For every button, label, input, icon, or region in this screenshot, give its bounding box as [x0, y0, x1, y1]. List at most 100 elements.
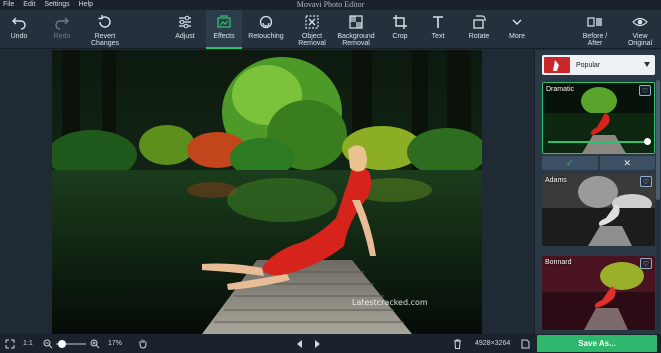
slider-handle[interactable]	[644, 138, 651, 145]
effect-card-dramatic[interactable]: Dramatic ♡	[542, 82, 655, 154]
status-bar: 1:1 17% 4928×3264 Save As...	[0, 334, 661, 353]
image-dimensions: 4928×3264	[475, 340, 511, 347]
tab-text[interactable]: Text	[425, 10, 451, 49]
next-image-button[interactable]	[313, 334, 321, 353]
document-info-icon	[521, 339, 530, 348]
redo-button[interactable]: Redo	[48, 10, 76, 49]
before-after-icon	[587, 17, 602, 27]
effect-card-adams[interactable]: Adams ♡	[542, 174, 655, 246]
object-removal-label-2: Removal	[298, 40, 326, 47]
before-after-label-1: Before /	[582, 33, 608, 40]
text-label: Text	[431, 33, 445, 40]
cancel-effect-button[interactable]: ✕	[599, 156, 655, 170]
effects-label: Effects	[213, 33, 235, 40]
tab-background-removal[interactable]: Background Removal	[334, 10, 378, 49]
zoom-slider[interactable]	[56, 334, 86, 353]
fullscreen-button[interactable]	[5, 334, 15, 353]
category-thumbnail	[544, 57, 570, 73]
favorite-heart-icon[interactable]: ♡	[640, 176, 652, 187]
text-icon	[433, 16, 443, 28]
zoom-in-button[interactable]	[90, 334, 100, 353]
zoom-in-icon	[90, 339, 100, 348]
effects-panel: Popular Dramatic ♡ ✓ ✕ Adams ♡ Bonnard ♡	[534, 50, 661, 334]
workspace: Latestcracked.com	[0, 50, 534, 334]
actual-size-button[interactable]: 1:1	[23, 334, 33, 353]
redo-label: Redo	[53, 33, 71, 40]
effects-category-dropdown[interactable]: Popular	[542, 55, 655, 75]
photo-canvas[interactable]: Latestcracked.com	[52, 50, 482, 334]
tab-object-removal[interactable]: Object Removal	[294, 10, 330, 49]
before-after-button[interactable]: Before / After	[578, 10, 612, 49]
sliders-icon	[179, 15, 191, 29]
menu-edit[interactable]: Edit	[23, 0, 35, 10]
adjust-label: Adjust	[175, 33, 195, 40]
caret-down-icon	[644, 62, 650, 67]
effects-scrollbar[interactable]	[656, 80, 660, 330]
tab-rotate[interactable]: Rotate	[464, 10, 494, 49]
previous-icon	[297, 339, 302, 348]
hand-tool-button[interactable]	[138, 334, 148, 353]
effect-thumbnail-adams	[542, 174, 655, 246]
effect-name-dramatic: Dramatic	[546, 86, 575, 93]
eye-icon	[632, 17, 648, 27]
effect-thumbnail-bonnard	[542, 256, 655, 330]
view-original-label-1: View	[632, 33, 648, 40]
object-removal-label-1: Object	[301, 33, 323, 40]
delete-image-button[interactable]	[453, 334, 462, 353]
revert-label-2: Changes	[90, 40, 120, 47]
background-removal-label-2: Removal	[342, 40, 370, 47]
next-icon	[315, 339, 320, 348]
more-button[interactable]: More	[503, 10, 531, 49]
more-label: More	[509, 33, 525, 40]
redo-icon	[55, 17, 69, 30]
menu-settings[interactable]: Settings	[44, 0, 69, 10]
revert-icon	[98, 15, 111, 28]
watermark-text: Latestcracked.com	[352, 298, 428, 307]
previous-image-button[interactable]	[296, 334, 304, 353]
background-removal-icon	[349, 15, 363, 29]
effect-card-bonnard[interactable]: Bonnard ♡	[542, 256, 655, 330]
crop-icon	[393, 15, 407, 29]
tab-retouching[interactable]: Retouching	[244, 10, 288, 49]
undo-button[interactable]: Undo	[4, 10, 34, 49]
trash-icon	[454, 339, 461, 349]
revert-changes-button[interactable]: Revert Changes	[86, 10, 124, 49]
rotate-icon	[473, 15, 486, 29]
background-removal-label-1: Background	[337, 33, 375, 40]
scrollbar-thumb[interactable]	[656, 80, 660, 200]
favorite-heart-icon[interactable]: ♡	[640, 258, 652, 269]
effect-name-adams: Adams	[545, 177, 567, 184]
tab-crop[interactable]: Crop	[386, 10, 414, 49]
toolbar: Undo Redo Revert Changes Adjust Effects …	[0, 10, 661, 49]
app-title: Movavi Photo Editor	[296, 0, 365, 9]
zoom-level: 17%	[108, 340, 123, 347]
view-original-label-2: Original	[627, 40, 653, 47]
apply-effect-button[interactable]: ✓	[542, 156, 598, 170]
rotate-label: Rotate	[468, 33, 490, 40]
menu-file[interactable]: File	[3, 0, 14, 10]
effects-category-label: Popular	[576, 61, 601, 69]
effect-confirm-row: ✓ ✕	[542, 156, 655, 170]
favorite-heart-icon[interactable]: ♡	[639, 85, 651, 96]
fullscreen-icon	[5, 339, 15, 348]
image-info-button[interactable]	[521, 334, 530, 353]
revert-label-1: Revert	[94, 33, 116, 40]
hand-icon	[139, 339, 147, 349]
tab-adjust[interactable]: Adjust	[168, 10, 202, 49]
menu-help[interactable]: Help	[79, 0, 93, 10]
before-after-label-2: After	[587, 40, 603, 47]
save-as-button[interactable]: Save As...	[537, 335, 657, 352]
crop-label: Crop	[392, 33, 408, 40]
effect-strength-slider[interactable]	[548, 138, 651, 145]
effects-icon	[217, 15, 231, 28]
tab-effects[interactable]: Effects	[206, 10, 242, 49]
view-original-button[interactable]: View Original	[622, 10, 658, 49]
photo-image: Latestcracked.com	[52, 50, 482, 334]
zoom-out-icon	[43, 339, 53, 348]
zoom-slider-handle[interactable]	[58, 339, 66, 348]
zoom-out-button[interactable]	[43, 334, 53, 353]
menu-bar: File Edit Settings Help	[3, 0, 93, 10]
chevron-down-icon	[512, 19, 522, 25]
undo-label: Undo	[10, 33, 28, 40]
object-removal-icon	[305, 15, 319, 29]
